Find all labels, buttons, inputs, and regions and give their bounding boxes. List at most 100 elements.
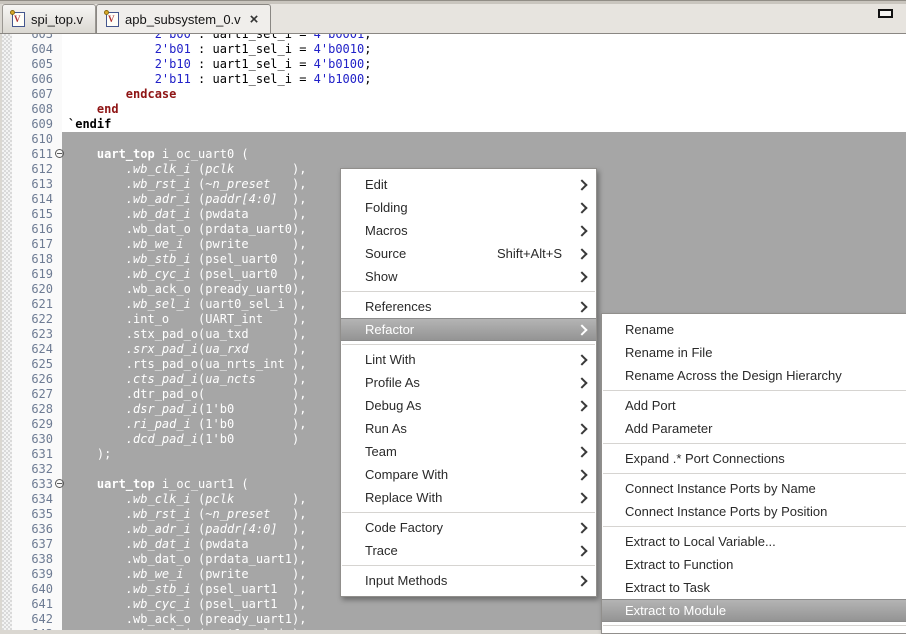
menu-item-label: Debug As: [365, 398, 421, 413]
menu-item-extract-to-function[interactable]: Extract to Function: [602, 553, 906, 576]
fold-collapse-icon[interactable]: [55, 479, 64, 488]
code-token: .stx_pad_o(ua_txd ),: [68, 327, 306, 341]
code-token: 4'b0010: [314, 42, 365, 56]
menu-item-label: Replace With: [365, 490, 442, 505]
menu-separator: [342, 344, 595, 345]
tab-close-icon[interactable]: ×: [250, 13, 259, 26]
menu-item-references[interactable]: References: [341, 295, 596, 318]
code-text[interactable]: uart_top i_oc_uart0 (: [62, 147, 906, 162]
menu-item-label: Extract to Local Variable...: [625, 534, 776, 549]
code-token: ),: [278, 522, 307, 536]
line-number: 637: [12, 537, 54, 552]
code-token: endcase: [126, 87, 177, 101]
menu-item-expand-port-connections[interactable]: Expand .* Port Connections: [602, 447, 906, 470]
menu-item-run-as[interactable]: Run As: [341, 417, 596, 440]
menu-item-edit[interactable]: Edit: [341, 173, 596, 196]
menu-item-add-port[interactable]: Add Port: [602, 394, 906, 417]
menu-item-input-methods[interactable]: Input Methods: [341, 569, 596, 592]
fold-column: [54, 87, 62, 102]
code-text[interactable]: endcase: [62, 87, 906, 102]
menu-item-label: Edit: [365, 177, 387, 192]
code-token: .wb_cyc_i: [126, 267, 191, 281]
code-token: [68, 34, 155, 41]
menu-item-compare-with[interactable]: Compare With: [341, 463, 596, 486]
menu-item-source[interactable]: SourceShift+Alt+S: [341, 242, 596, 265]
fold-column: [54, 342, 62, 357]
line-number: 607: [12, 87, 54, 102]
menu-item-connect-instance-ports-by-name[interactable]: Connect Instance Ports by Name: [602, 477, 906, 500]
menu-item-code-factory[interactable]: Code Factory: [341, 516, 596, 539]
menu-item-rename[interactable]: Rename: [602, 318, 906, 341]
menu-item-trace[interactable]: Trace: [341, 539, 596, 562]
menu-item-right: Shift+Alt+S: [497, 246, 586, 261]
menu-item-show[interactable]: Show: [341, 265, 596, 288]
line-number: 628: [12, 402, 54, 417]
menu-item-profile-as[interactable]: Profile As: [341, 371, 596, 394]
submenu-arrow-icon: [576, 377, 587, 388]
code-text[interactable]: [62, 132, 906, 147]
submenu-arrow-icon: [576, 354, 587, 365]
fold-column: [54, 207, 62, 222]
menu-item-label: Rename in File: [625, 345, 712, 360]
line-number: 633: [12, 477, 54, 492]
menu-separator: [603, 390, 906, 391]
fold-column: [54, 402, 62, 417]
menu-item-connect-instance-ports-by-position[interactable]: Connect Instance Ports by Position: [602, 500, 906, 523]
menu-item-right: [564, 471, 586, 479]
line-number: 616: [12, 222, 54, 237]
menu-item-label: Profile As: [365, 375, 420, 390]
line-number: 639: [12, 567, 54, 582]
code-text[interactable]: end: [62, 102, 906, 117]
code-token: (1'b0 ),: [191, 417, 307, 431]
menu-item-extract-to-local-variable[interactable]: Extract to Local Variable...: [602, 530, 906, 553]
fold-column: [54, 567, 62, 582]
line-number: 638: [12, 552, 54, 567]
fold-collapse-icon[interactable]: [55, 149, 64, 158]
code-token: .wb_stb_i: [126, 582, 191, 596]
code-text[interactable]: 2'b01 : uart1_sel_i = 4'b0010;: [62, 42, 906, 57]
line-number: 603: [12, 34, 54, 42]
menu-item-rename-across-the-design-hierarchy[interactable]: Rename Across the Design Hierarchy: [602, 364, 906, 387]
code-token: [68, 342, 126, 356]
menu-item-refactor[interactable]: Refactor: [341, 318, 596, 341]
line-number: 620: [12, 282, 54, 297]
code-token: .srx_pad_i: [126, 342, 198, 356]
line-number: 606: [12, 72, 54, 87]
menu-item-lint-with[interactable]: Lint With: [341, 348, 596, 371]
tab-strip: Vspi_top.vVapb_subsystem_0.v×: [2, 4, 906, 33]
tab-apb-subsystem-0-v[interactable]: Vapb_subsystem_0.v×: [96, 4, 271, 33]
menu-item-debug-as[interactable]: Debug As: [341, 394, 596, 417]
menu-item-replace-with[interactable]: Replace With: [341, 486, 596, 509]
code-token: pclk: [205, 162, 234, 176]
menu-item-folding[interactable]: Folding: [341, 196, 596, 219]
code-text[interactable]: 2'b10 : uart1_sel_i = 4'b0100;: [62, 57, 906, 72]
code-token: (pwrite ),: [184, 237, 307, 251]
code-token: 2'b01: [155, 42, 191, 56]
code-token: ),: [256, 372, 307, 386]
line-number: 636: [12, 522, 54, 537]
code-text[interactable]: `endif: [62, 117, 906, 132]
code-token: .wb_clk_i: [126, 162, 191, 176]
code-text[interactable]: 2'b00 : uart1_sel_i = 4'b0001;: [62, 34, 906, 42]
menu-item-rename-in-file[interactable]: Rename in File: [602, 341, 906, 364]
fold-column: [54, 417, 62, 432]
tab-spi-top-v[interactable]: Vspi_top.v: [2, 4, 96, 33]
menu-item-extract-to-module[interactable]: Extract to Module: [602, 599, 906, 622]
fold-column: [54, 372, 62, 387]
minimize-icon[interactable]: [878, 9, 893, 18]
line-number: 621: [12, 297, 54, 312]
code-token: paddr[4:0]: [205, 522, 277, 536]
code-token: [68, 162, 126, 176]
menu-item-label: Rename: [625, 322, 674, 337]
code-token: (pwrite ),: [184, 567, 307, 581]
code-token: ;: [364, 57, 371, 71]
code-token: [68, 432, 126, 446]
fold-column: [54, 72, 62, 87]
menu-item-add-parameter[interactable]: Add Parameter: [602, 417, 906, 440]
code-text[interactable]: 2'b11 : uart1_sel_i = 4'b1000;: [62, 72, 906, 87]
menu-item-label: Folding: [365, 200, 408, 215]
menu-item-macros[interactable]: Macros: [341, 219, 596, 242]
menu-item-team[interactable]: Team: [341, 440, 596, 463]
menu-item-extract-to-task[interactable]: Extract to Task: [602, 576, 906, 599]
fold-column: [54, 132, 62, 147]
